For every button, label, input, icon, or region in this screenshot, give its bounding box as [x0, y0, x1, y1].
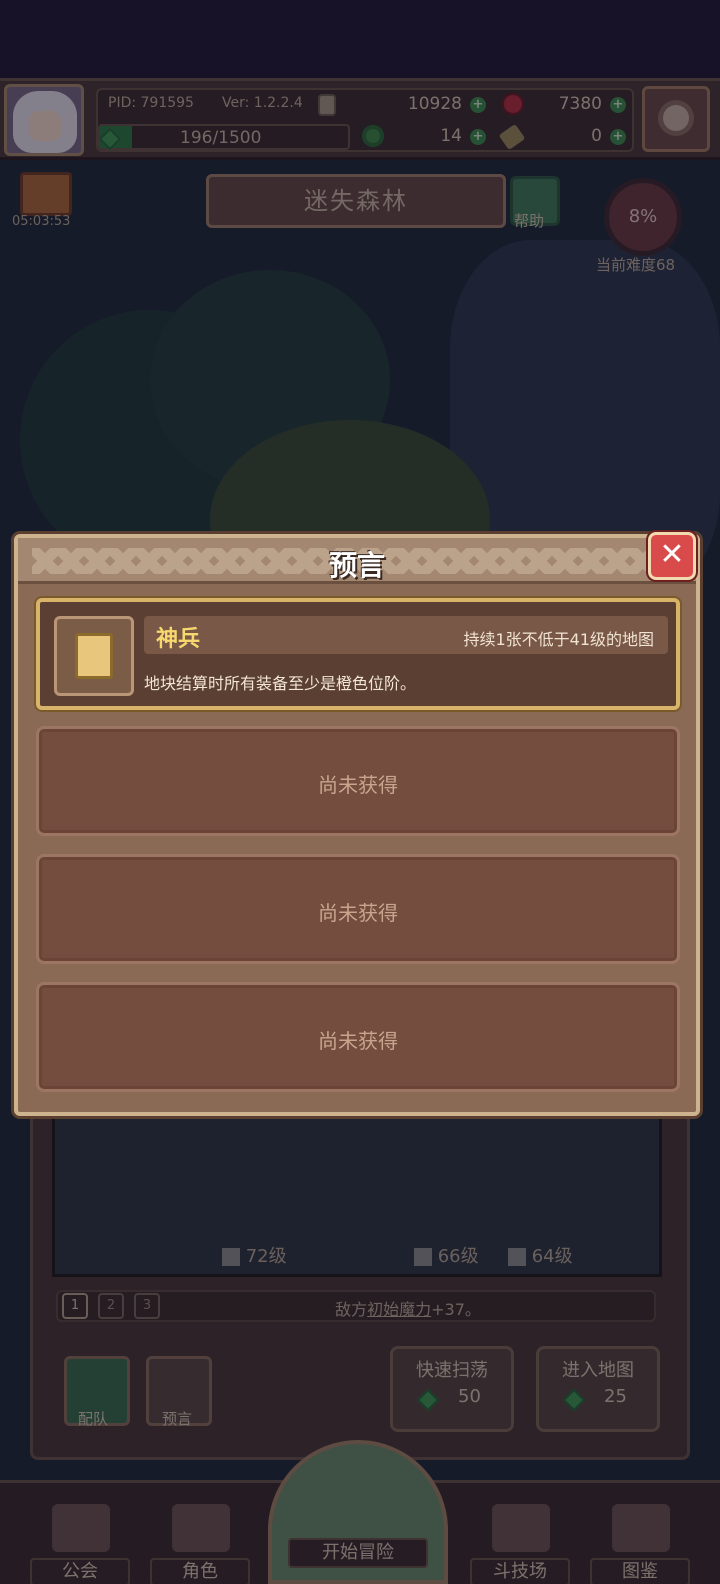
prophecy-description: 地块结算时所有装备至少是橙色位阶。	[144, 674, 417, 693]
modal-header: 预言	[18, 538, 696, 584]
prophecy-condition: 持续1张不低于41级的地图	[463, 630, 654, 649]
prophecy-slot: 尚未获得	[36, 726, 680, 836]
modal-title: 预言	[328, 549, 385, 582]
slot-label: 尚未获得	[318, 1029, 398, 1053]
prophecy-card[interactable]: 神兵 持续1张不低于41级的地图 地块结算时所有装备至少是橙色位阶。	[36, 598, 680, 710]
prophecy-title-bar: 神兵 持续1张不低于41级的地图	[144, 616, 668, 654]
prophecy-name: 神兵	[156, 627, 201, 652]
prophecy-slot: 尚未获得	[36, 982, 680, 1092]
prophecy-slot: 尚未获得	[36, 854, 680, 964]
prophecy-icon-frame	[54, 616, 134, 696]
scroll-icon	[75, 633, 113, 679]
slot-label: 尚未获得	[318, 901, 398, 925]
close-icon[interactable]: ✕	[648, 532, 696, 580]
slot-label: 尚未获得	[318, 773, 398, 797]
